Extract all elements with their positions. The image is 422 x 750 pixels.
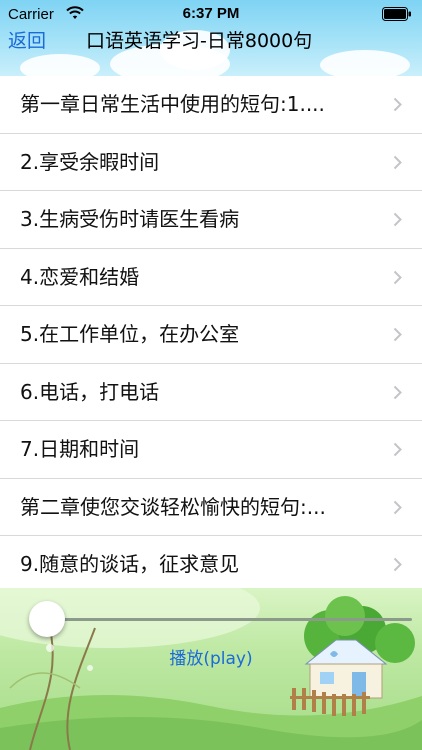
list-item[interactable]: 第一章日常生活中使用的短句:1.... [0,76,422,134]
list-item-label: 9.随意的谈话，征求意见 [20,552,240,576]
chevron-right-icon [393,442,402,457]
chevron-right-icon [393,557,402,572]
list-item-label: 第一章日常生活中使用的短句:1.... [20,92,325,116]
status-time: 6:37 PM [182,5,240,22]
list-item-label: 2.享受余暇时间 [20,149,160,174]
header: Carrier 6:37 PM 返回 口语英语学习-日常8000句 [0,0,422,76]
list-item-label: 7.日期和时间 [20,437,140,461]
chevron-right-icon [393,327,402,342]
chevron-right-icon [393,155,402,169]
battery-icon [382,7,411,21]
page-title: 口语英语学习-日常8000句 [86,30,313,52]
list-item-label: 4.恋爱和结婚 [20,264,140,289]
chevron-right-icon [393,97,402,112]
list-item[interactable]: 4.恋爱和结婚 [0,249,422,306]
list-item-label: 5.在工作单位，在办公室 [20,322,240,346]
list-item[interactable]: 2.享受余暇时间 [0,134,422,191]
list-item-label: 6.电话，打电话 [20,379,160,404]
list-item-label: 3.生病受伤时请医生看病 [20,207,240,231]
back-button[interactable]: 返回 [8,26,46,53]
list-item-label: 第二章使您交谈轻松愉快的短句:... [20,494,326,519]
chevron-right-icon [393,212,402,227]
chapter-list: 第一章日常生活中使用的短句:1.... 2.享受余暇时间 3.生病受伤时请医生看… [0,76,422,588]
list-item[interactable]: 6.电话，打电话 [0,364,422,421]
screen: Carrier 6:37 PM 返回 口语英语学习-日常8000句 第一章日常生… [0,0,422,750]
chevron-right-icon [393,500,402,514]
cloud-decoration [20,54,100,76]
cloud-decoration [320,50,410,76]
list-item[interactable]: 7.日期和时间 [0,421,422,479]
list-item[interactable]: 5.在工作单位，在办公室 [0,306,422,364]
list-item[interactable]: 第二章使您交谈轻松愉快的短句:... [0,479,422,536]
chevron-right-icon [393,270,402,284]
chevron-right-icon [393,385,402,399]
progress-slider-thumb[interactable] [29,601,65,637]
list-item[interactable]: 9.随意的谈话，征求意见 [0,536,422,588]
progress-track[interactable] [40,618,412,621]
audio-player: 播放(play) [0,588,422,750]
play-button[interactable]: 播放(play) [0,644,422,669]
status-bar: Carrier 6:37 PM [0,0,422,28]
list-item[interactable]: 3.生病受伤时请医生看病 [0,191,422,249]
